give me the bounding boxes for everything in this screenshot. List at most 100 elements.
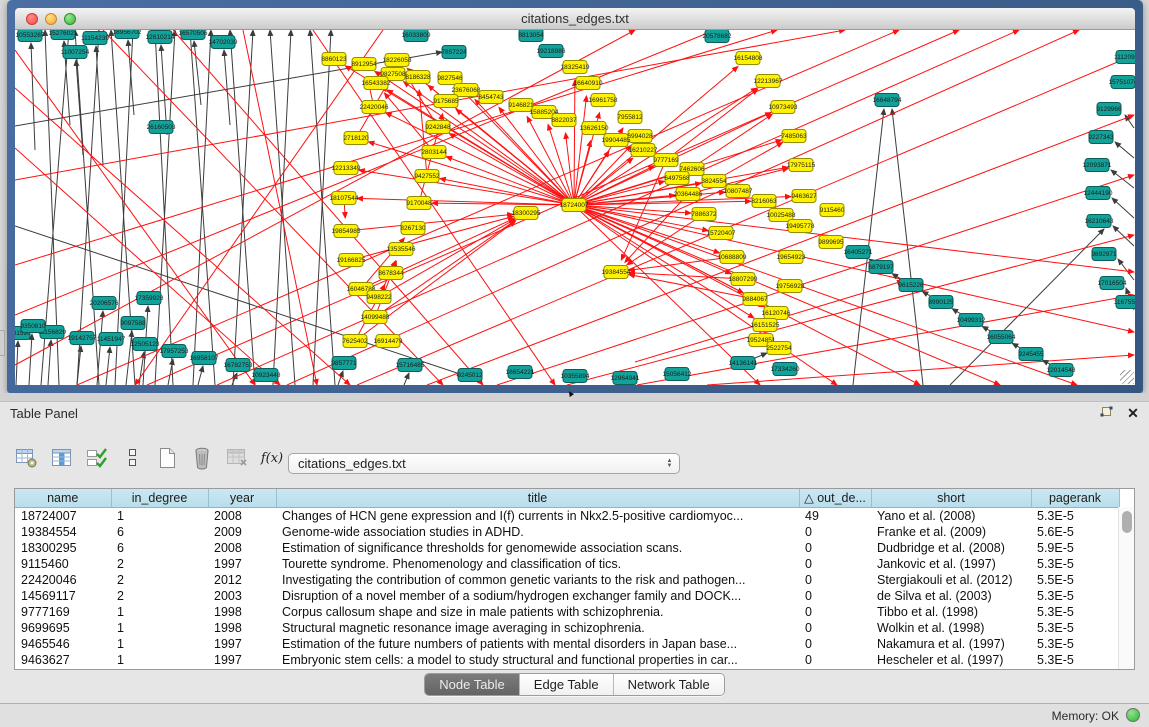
graph-node[interactable]: 8267130 [400, 222, 426, 235]
graph-node[interactable]: 15276021 [49, 30, 78, 40]
close-panel-icon[interactable]: ✕ [1125, 405, 1141, 421]
graph-node[interactable]: 18724007 [560, 199, 589, 212]
graph-node[interactable]: 8912954 [351, 58, 377, 71]
row-selection-icon[interactable] [82, 444, 112, 472]
graph-node[interactable]: 13626150 [580, 122, 609, 135]
graph-node[interactable]: 11007254 [61, 46, 90, 59]
graph-node[interactable]: 11675528 [1114, 296, 1135, 309]
tab-node-table[interactable]: Node Table [425, 674, 520, 695]
graph-node[interactable]: 16914479 [374, 335, 403, 348]
graph-node[interactable]: 8186328 [405, 71, 431, 84]
graph-node[interactable]: 7857224 [441, 46, 467, 59]
graph-node[interactable]: 7625402 [342, 335, 368, 348]
graph-node[interactable]: 19384554 [602, 266, 631, 279]
column-header-short[interactable]: short [871, 489, 1031, 507]
graph-node[interactable]: 12093871 [1083, 159, 1112, 172]
table-row[interactable]: 2242004622012Investigating the contribut… [15, 572, 1119, 588]
graph-node[interactable]: 9350810 [20, 320, 46, 333]
close-window-button[interactable] [26, 13, 38, 25]
graph-node[interactable]: 18107544 [330, 192, 359, 205]
column-header-name[interactable]: name [15, 489, 111, 507]
graph-node[interactable]: 16151525 [751, 319, 780, 332]
table-row[interactable]: 911546021997Tourette syndrome. Phenomeno… [15, 556, 1119, 572]
graph-node[interactable]: 18300295 [512, 207, 541, 220]
tab-edge-table[interactable]: Edge Table [520, 674, 614, 695]
table-row[interactable]: 1456911722003Disruption of a novel membe… [15, 588, 1119, 604]
graph-node[interactable]: 18654221 [506, 366, 535, 379]
column-header-in_degree[interactable]: in_degree [111, 489, 208, 507]
graph-node[interactable]: 19218986 [537, 45, 566, 58]
merge-tables-icon[interactable] [117, 444, 147, 472]
graph-node[interactable]: 9615226 [898, 279, 924, 292]
graph-node[interactable]: 22420046 [360, 101, 389, 114]
graph-node[interactable]: 10355894 [561, 370, 590, 383]
graph-node[interactable]: 9827546 [437, 72, 463, 85]
graph-node[interactable]: 12444190 [1084, 187, 1113, 200]
graph-node[interactable]: 14702039 [209, 36, 238, 49]
graph-node[interactable]: 8813054 [518, 30, 544, 42]
graph-node[interactable]: 18807299 [729, 273, 758, 286]
zoom-window-button[interactable] [64, 13, 76, 25]
graph-node[interactable]: 6497568 [664, 172, 690, 185]
table-row[interactable]: 946554611997Estimation of the future num… [15, 636, 1119, 652]
graph-node[interactable]: 12964941 [611, 372, 640, 385]
graph-node[interactable]: 9245012 [457, 369, 483, 382]
create-column-icon[interactable] [152, 444, 182, 472]
graph-node[interactable]: 16958107 [190, 352, 219, 365]
graph-node[interactable]: 9857771 [331, 357, 357, 370]
minimize-window-button[interactable] [45, 13, 57, 25]
graph-node[interactable]: 8678344 [378, 267, 404, 280]
graph-node[interactable]: 17957253 [160, 345, 189, 358]
graph-node[interactable]: 16648794 [873, 94, 902, 107]
function-builder-icon[interactable]: f(x) [257, 444, 287, 472]
graph-node[interactable]: 16405271 [844, 246, 873, 259]
graph-node[interactable]: 17016504 [1098, 277, 1127, 290]
graph-node[interactable]: 9899695 [818, 236, 844, 249]
column-header-title[interactable]: title [276, 489, 799, 507]
table-row[interactable]: 1830029562008Estimation of significance … [15, 540, 1119, 556]
graph-node[interactable]: 9097588 [120, 317, 146, 330]
graph-node[interactable]: 7955812 [617, 111, 643, 124]
graph-node[interactable]: 19495778 [786, 220, 815, 233]
graph-node[interactable]: 16543382 [362, 77, 391, 90]
graph-node[interactable]: 2718120 [343, 132, 369, 145]
graph-node[interactable]: 10688809 [718, 251, 747, 264]
graph-node[interactable]: 17359928 [135, 292, 164, 305]
graph-node[interactable]: 10973493 [769, 101, 798, 114]
graph-node[interactable]: 20206576 [90, 297, 119, 310]
table-row[interactable]: 1872400712008Changes of HCN gene express… [15, 507, 1119, 524]
table-scrollbar[interactable] [1118, 507, 1134, 670]
graph-node[interactable]: 19854985 [332, 225, 361, 238]
graph-node[interactable]: 8990125 [928, 296, 954, 309]
table-row[interactable]: 946362711997Embryonic stem cells: a mode… [15, 652, 1119, 668]
graph-node[interactable]: 10807487 [724, 185, 753, 198]
collapsed-panel-handle[interactable] [0, 330, 5, 356]
graph-node[interactable]: 20578682 [703, 30, 732, 43]
graph-node[interactable]: 8822037 [551, 114, 577, 127]
graph-node[interactable]: 10499312 [957, 314, 986, 327]
graph-node[interactable]: 9892971 [1091, 248, 1117, 261]
graph-node[interactable]: 9175685 [433, 95, 459, 108]
graph-node[interactable]: 15720407 [707, 227, 736, 240]
graph-node[interactable]: 19142757 [68, 332, 97, 345]
delete-column-icon[interactable] [187, 444, 217, 472]
graph-node[interactable]: 16210643 [1085, 215, 1114, 228]
show-column-icon[interactable] [47, 444, 77, 472]
graph-node[interactable]: 19654923 [777, 251, 806, 264]
graph-node[interactable]: 16570506 [179, 30, 208, 40]
graph-node[interactable]: 11451947 [97, 333, 126, 346]
graph-node[interactable]: 18226058 [383, 54, 412, 67]
tab-network-table[interactable]: Network Table [614, 674, 724, 695]
citation-network-graph[interactable]: 1872400718300295193845548860123891295418… [15, 30, 1135, 385]
graph-node[interactable]: 12505123 [131, 338, 160, 351]
split-divider[interactable]: ▲ [0, 393, 1149, 401]
column-header-out_degree[interactable]: △ out_de... [799, 489, 871, 507]
graph-node[interactable]: 9129966 [1096, 103, 1122, 116]
graph-node[interactable]: 12610214 [146, 31, 175, 44]
graph-node[interactable]: 2522754 [766, 342, 792, 355]
graph-node[interactable]: 15056412 [663, 368, 692, 381]
graph-node[interactable]: 11120998 [1114, 51, 1135, 64]
graph-node[interactable]: 2803144 [421, 146, 447, 159]
network-window-titlebar[interactable]: citations_edges.txt [15, 8, 1135, 30]
graph-node[interactable]: 12213967 [754, 75, 783, 88]
